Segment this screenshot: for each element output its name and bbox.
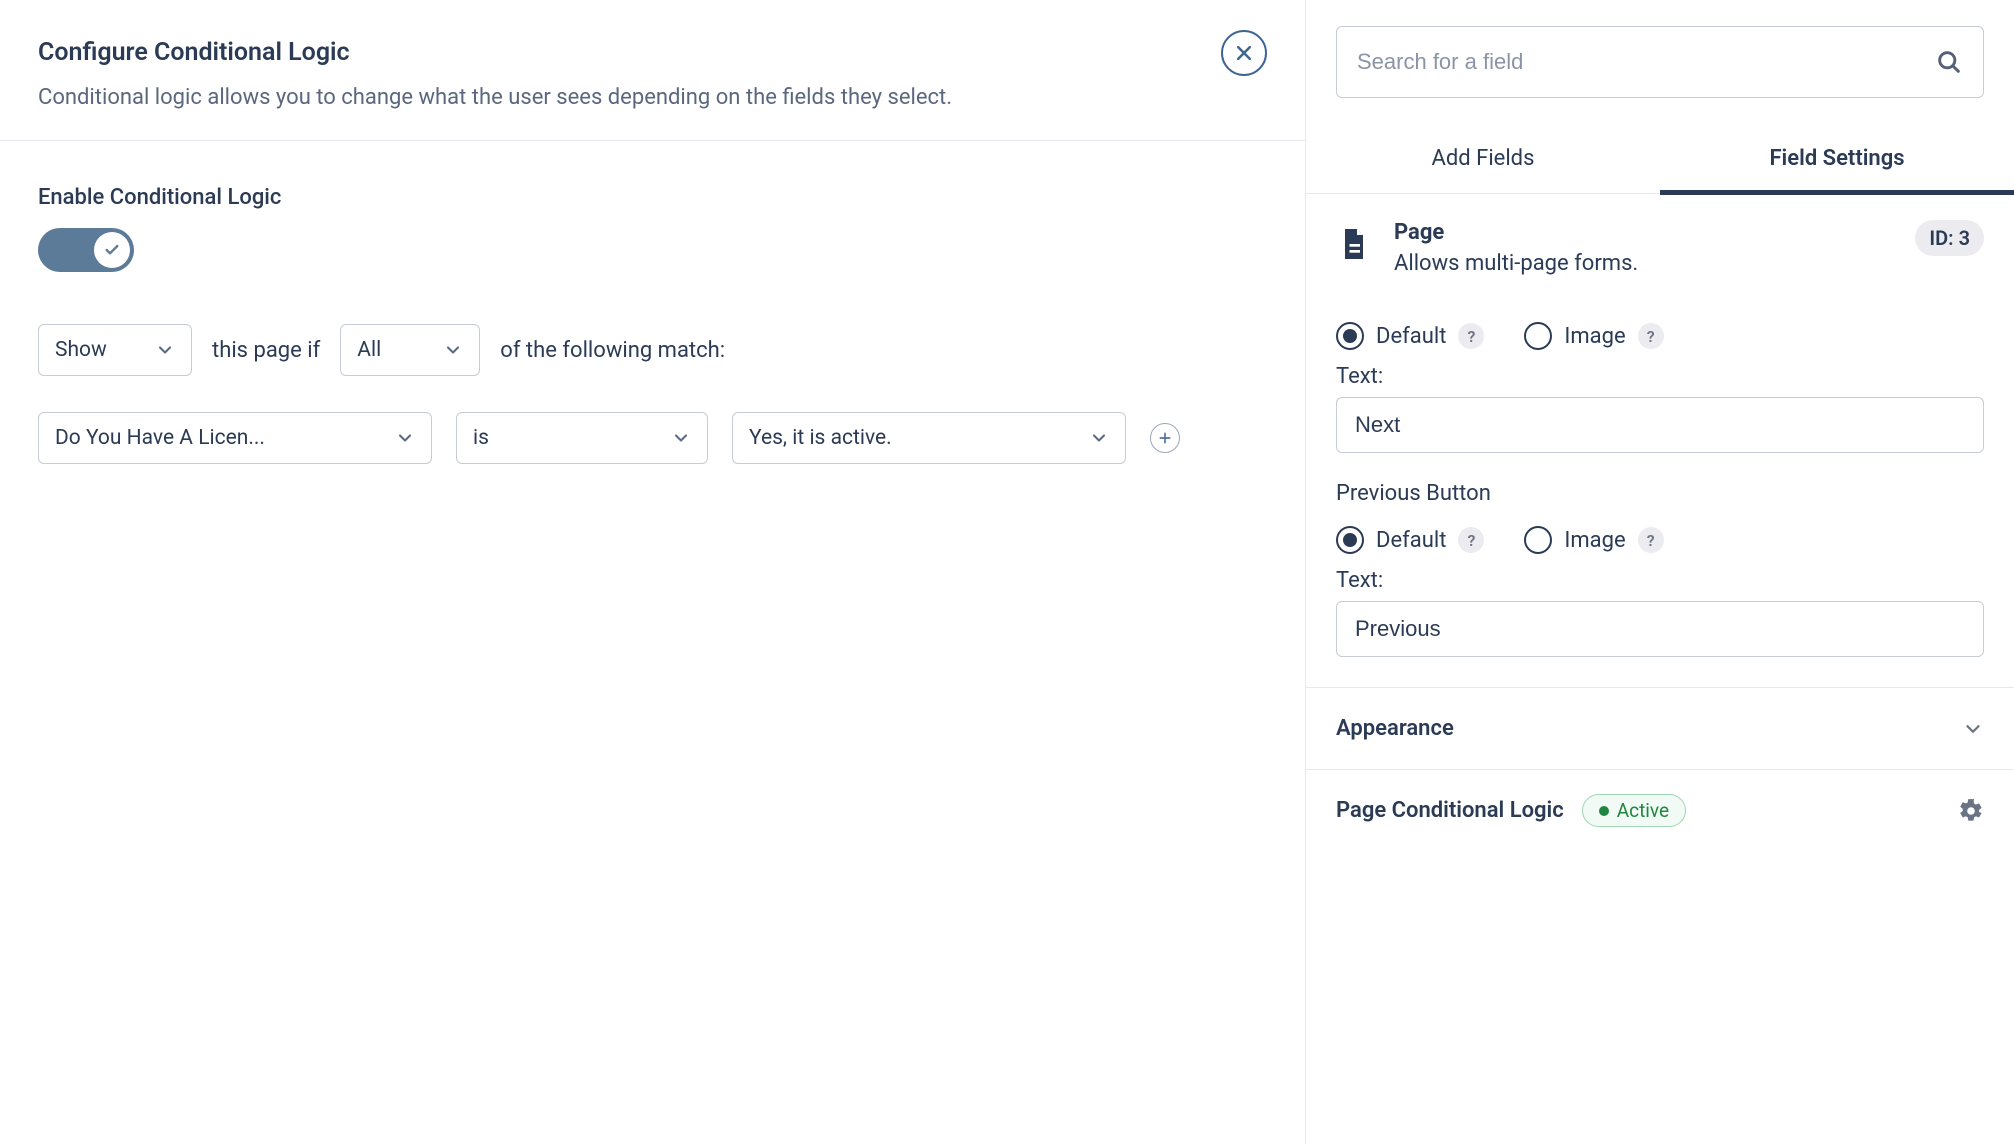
- check-icon: [104, 242, 120, 258]
- prev-radio-row: Default ? Image ?: [1336, 526, 1984, 554]
- tab-add-fields[interactable]: Add Fields: [1306, 124, 1660, 193]
- radio-icon: [1524, 322, 1552, 350]
- radio-icon: [1524, 526, 1552, 554]
- add-condition-button[interactable]: [1150, 423, 1180, 453]
- condition-field-select[interactable]: Do You Have A Licen...: [38, 412, 432, 464]
- tabs: Add Fields Field Settings: [1306, 124, 2014, 194]
- radio-icon: [1336, 322, 1364, 350]
- prev-radio-default[interactable]: Default ?: [1336, 526, 1484, 554]
- main-header: Configure Conditional Logic Conditional …: [0, 0, 1305, 141]
- chevron-down-icon: [1089, 428, 1109, 448]
- conditional-logic-row[interactable]: Page Conditional Logic Active: [1306, 769, 2014, 851]
- search-icon: [1935, 48, 1963, 76]
- previous-button-section: Previous Button Default ? Image ? Text:: [1336, 481, 1984, 657]
- radio-icon: [1336, 526, 1364, 554]
- search-input[interactable]: [1357, 49, 1935, 75]
- condition-operator-label: is: [473, 426, 489, 450]
- next-text-label: Text:: [1336, 364, 1984, 389]
- field-name: Page: [1394, 220, 1893, 245]
- close-button[interactable]: [1221, 30, 1267, 76]
- previous-button-label: Previous Button: [1336, 481, 1984, 506]
- chevron-down-icon: [443, 340, 463, 360]
- appearance-accordion[interactable]: Appearance: [1306, 687, 2014, 769]
- help-icon[interactable]: ?: [1458, 527, 1484, 553]
- prev-text-label: Text:: [1336, 568, 1984, 593]
- action-select-label: Show: [55, 338, 107, 362]
- toggle-thumb: [94, 232, 130, 268]
- chevron-down-icon: [155, 340, 175, 360]
- match-select[interactable]: All: [340, 324, 480, 376]
- page-icon: [1336, 226, 1372, 262]
- main-title: Configure Conditional Logic: [38, 38, 1267, 67]
- rule-text-end: of the following match:: [500, 338, 725, 363]
- chevron-down-icon: [671, 428, 691, 448]
- prev-radio-image[interactable]: Image ?: [1524, 526, 1663, 554]
- condition-field-label: Do You Have A Licen...: [55, 426, 265, 450]
- radio-label-default: Default: [1376, 324, 1446, 349]
- next-button-section: Default ? Image ? Text: Previous Button …: [1306, 302, 2014, 687]
- status-dot-icon: [1599, 806, 1609, 816]
- id-badge: ID: 3: [1915, 220, 1984, 256]
- plus-icon: [1157, 430, 1173, 446]
- condition-operator-select[interactable]: is: [456, 412, 708, 464]
- main-body: Enable Conditional Logic Show this page …: [0, 141, 1305, 508]
- close-icon: [1234, 43, 1254, 63]
- main-description: Conditional logic allows you to change w…: [38, 85, 1267, 110]
- condition-value-label: Yes, it is active.: [749, 426, 892, 450]
- active-pill: Active: [1582, 794, 1686, 827]
- active-text: Active: [1617, 799, 1669, 822]
- prev-text-input[interactable]: [1336, 601, 1984, 657]
- rule-sentence-row: Show this page if All of the following m…: [38, 324, 1267, 376]
- search-box: [1336, 26, 1984, 98]
- rule-text-mid: this page if: [212, 338, 320, 363]
- chevron-down-icon: [1962, 718, 1984, 740]
- next-radio-image[interactable]: Image ?: [1524, 322, 1663, 350]
- radio-label-image: Image: [1564, 324, 1625, 349]
- action-select[interactable]: Show: [38, 324, 192, 376]
- condition-value-select[interactable]: Yes, it is active.: [732, 412, 1126, 464]
- next-radio-row: Default ? Image ?: [1336, 322, 1984, 350]
- next-radio-default[interactable]: Default ?: [1336, 322, 1484, 350]
- next-text-input[interactable]: [1336, 397, 1984, 453]
- config-conditional-logic-panel: Configure Conditional Logic Conditional …: [0, 0, 1306, 1144]
- field-description: Allows multi-page forms.: [1394, 251, 1893, 276]
- chevron-down-icon: [395, 428, 415, 448]
- search-wrap: [1306, 0, 2014, 124]
- enable-label: Enable Conditional Logic: [38, 185, 1267, 210]
- gear-icon[interactable]: [1958, 798, 1984, 824]
- condition-row: Do You Have A Licen... is Yes, it is act…: [38, 412, 1267, 464]
- radio-label-default: Default: [1376, 528, 1446, 553]
- field-header: Page Allows multi-page forms. ID: 3: [1306, 194, 2014, 302]
- tab-field-settings[interactable]: Field Settings: [1660, 124, 2014, 193]
- enable-toggle[interactable]: [38, 228, 134, 272]
- conditions: Do You Have A Licen... is Yes, it is act…: [38, 412, 1267, 464]
- help-icon[interactable]: ?: [1638, 527, 1664, 553]
- help-icon[interactable]: ?: [1458, 323, 1484, 349]
- field-header-text: Page Allows multi-page forms.: [1394, 220, 1893, 276]
- appearance-title: Appearance: [1336, 716, 1454, 741]
- match-select-label: All: [357, 338, 381, 362]
- help-icon[interactable]: ?: [1638, 323, 1664, 349]
- radio-label-image: Image: [1564, 528, 1625, 553]
- conditional-logic-title: Page Conditional Logic: [1336, 798, 1564, 823]
- right-panel: Add Fields Field Settings Page Allows mu…: [1306, 0, 2014, 1144]
